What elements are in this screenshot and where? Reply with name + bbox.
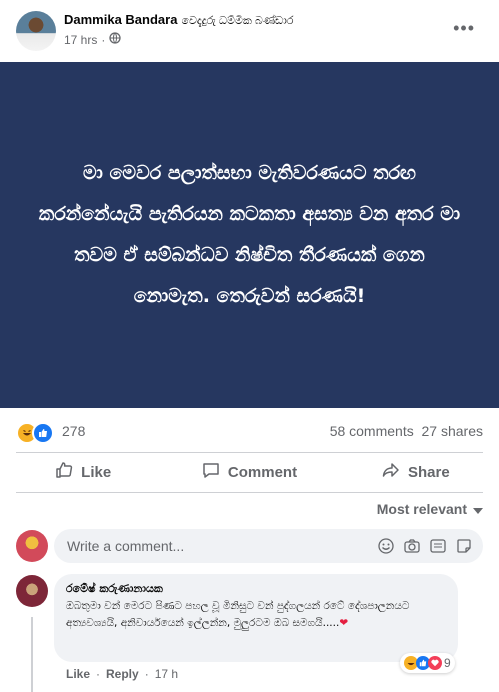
heart-emoji: ❤ bbox=[339, 617, 349, 629]
divider bbox=[16, 492, 483, 493]
emoji-icon[interactable] bbox=[377, 537, 395, 555]
caret-down-icon bbox=[473, 501, 483, 517]
post-stats: 278 58 comments 27 shares bbox=[0, 418, 499, 446]
current-user-avatar[interactable] bbox=[16, 530, 48, 562]
comment-input[interactable]: Write a comment... bbox=[54, 529, 483, 563]
comment-sort-dropdown[interactable]: Most relevant bbox=[377, 501, 483, 517]
comment-composer: Write a comment... bbox=[16, 529, 485, 565]
reaction-icons[interactable] bbox=[16, 422, 54, 444]
author-secondary-name: වෙදැදුරු ධම්මික බණ්ඩාර bbox=[181, 15, 294, 27]
comment-action-separator: · bbox=[144, 667, 149, 681]
shares-count[interactable]: 27 shares bbox=[422, 423, 483, 439]
comment-text: ඔබතුමා වන් මෙරට පිණට පහල වූ මිනිසුට වන් … bbox=[66, 598, 451, 632]
share-arrow-icon bbox=[382, 461, 400, 483]
sticker-icon[interactable] bbox=[455, 537, 473, 555]
commenter-avatar[interactable] bbox=[16, 575, 48, 607]
reaction-count[interactable]: 278 bbox=[62, 423, 85, 439]
comment-action-separator: · bbox=[96, 667, 101, 681]
thumbs-up-icon bbox=[55, 461, 73, 483]
share-button[interactable]: Share bbox=[333, 454, 499, 490]
comment-input-placeholder: Write a comment... bbox=[67, 538, 185, 554]
author-avatar[interactable] bbox=[16, 11, 56, 51]
comment-actions: Like · Reply · 17 h bbox=[66, 667, 178, 681]
comment-button[interactable]: Comment bbox=[166, 454, 332, 490]
author-name-line[interactable]: Dammika Bandara වෙදැදුරු ධම්මික බණ්ඩාර bbox=[64, 12, 293, 28]
like-reaction-icon bbox=[32, 422, 54, 444]
composer-tools bbox=[377, 537, 473, 555]
comment-body: ඔබතුමා වන් මෙරට පිණට පහල වූ මිනිසුට වන් … bbox=[66, 600, 410, 629]
comment-button-label: Comment bbox=[227, 463, 298, 481]
gif-icon[interactable] bbox=[429, 537, 447, 555]
post-actions: Like Comment Share bbox=[0, 454, 499, 490]
comment-time[interactable]: 17 h bbox=[155, 667, 178, 681]
comment-sort-label: Most relevant bbox=[376, 501, 467, 517]
reply-thread-line bbox=[31, 617, 33, 692]
commenter-name[interactable]: රමේෂ් කරුණානායක bbox=[66, 582, 163, 596]
author-name[interactable]: Dammika Bandara bbox=[64, 12, 177, 27]
divider bbox=[16, 452, 483, 453]
post-meta: 17 hrs · bbox=[64, 32, 122, 47]
engagement-counts: 58 comments 27 shares bbox=[330, 423, 483, 439]
comment-reactions[interactable]: 9 bbox=[400, 653, 455, 673]
post-header: Dammika Bandara වෙදැදුරු ධම්මික බණ්ඩාර 17… bbox=[0, 0, 499, 62]
comment-like-link[interactable]: Like bbox=[66, 667, 90, 681]
comment-bubble: රමේෂ් කරුණානායක ඔබතුමා වන් මෙරට පිණට පහල… bbox=[54, 574, 458, 662]
comments-count[interactable]: 58 comments bbox=[330, 423, 414, 439]
meta-separator: · bbox=[101, 32, 106, 47]
like-button[interactable]: Like bbox=[0, 454, 166, 490]
camera-icon[interactable] bbox=[403, 537, 421, 555]
post-image[interactable]: මා මෙවර පලාත්සභා මැතිවරණයට තරඟ කරන්නේයැය… bbox=[0, 62, 499, 408]
comment-reply-link[interactable]: Reply bbox=[106, 667, 139, 681]
more-options-icon[interactable]: ••• bbox=[453, 18, 475, 39]
love-reaction-icon bbox=[428, 656, 442, 670]
share-button-label: Share bbox=[407, 463, 450, 481]
comment-reaction-count: 9 bbox=[444, 656, 451, 670]
speech-bubble-icon bbox=[202, 461, 220, 483]
like-button-label: Like bbox=[81, 463, 112, 481]
globe-icon[interactable] bbox=[109, 32, 122, 47]
post-time[interactable]: 17 hrs bbox=[64, 33, 97, 47]
post-image-text: මා මෙවර පලාත්සභා මැතිවරණයට තරඟ කරන්නේයැය… bbox=[38, 162, 461, 307]
